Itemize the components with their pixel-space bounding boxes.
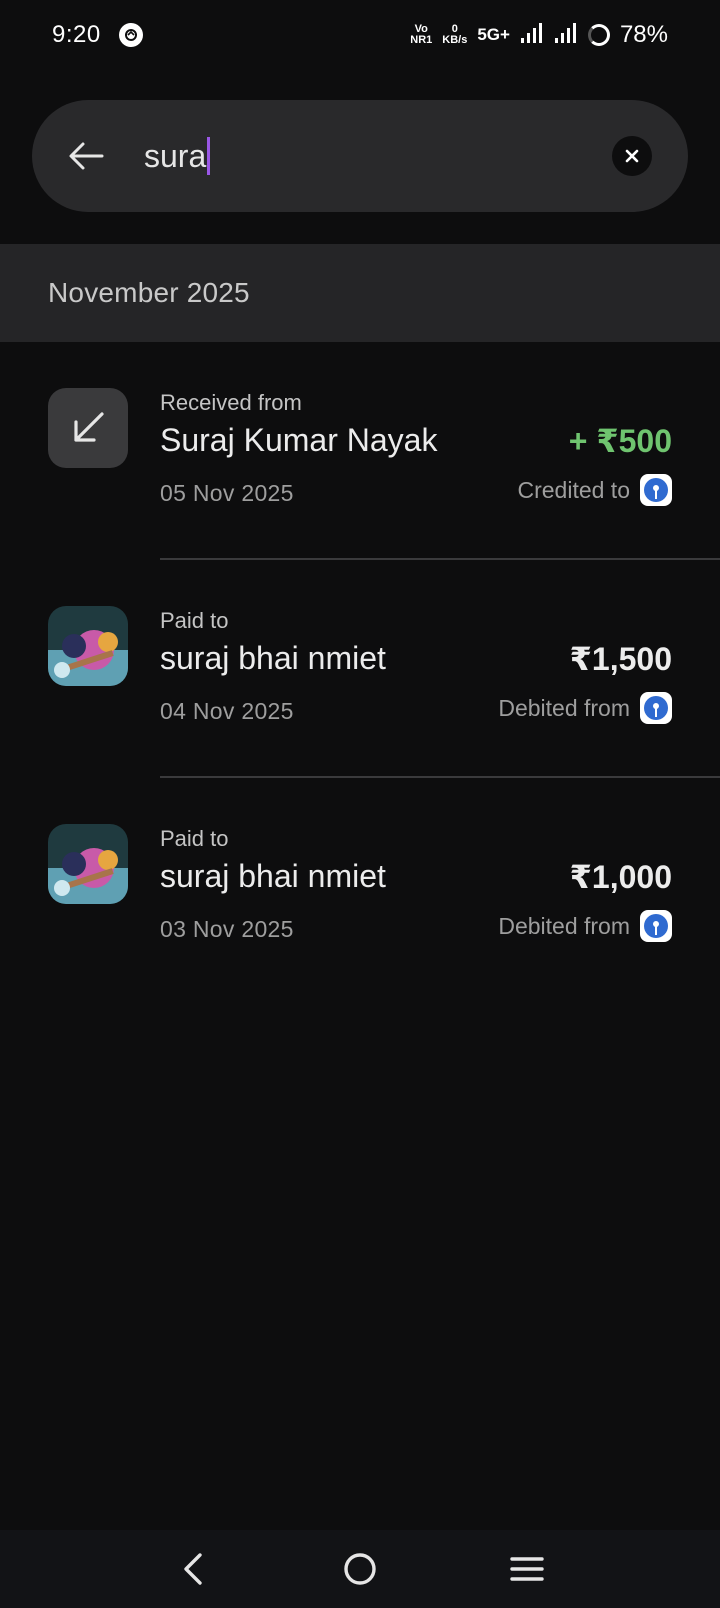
bank-logo-icon <box>640 474 672 506</box>
back-button[interactable] <box>66 136 106 176</box>
close-icon <box>625 149 639 163</box>
account-label: Credited to <box>517 476 630 503</box>
bank-logo-icon <box>640 692 672 724</box>
transaction-name: suraj bhai nmiet <box>160 640 386 676</box>
circle-home-icon <box>344 1553 376 1585</box>
arrow-down-left-icon <box>74 412 104 442</box>
contact-photo-icon <box>48 606 128 686</box>
chevron-left-icon <box>184 1553 203 1585</box>
transaction-name: Suraj Kumar Nayak <box>160 422 438 458</box>
transaction-name: suraj bhai nmiet <box>160 858 386 894</box>
transaction-account: Credited to <box>517 474 672 506</box>
account-label: Debited from <box>498 912 630 939</box>
network-type: 5G+ <box>477 25 510 44</box>
volte-bottom-label: NR1 <box>410 34 433 46</box>
status-time: 9:20 <box>52 21 101 48</box>
transaction-type: Paid to <box>160 826 229 851</box>
month-label: November 2025 <box>48 277 250 308</box>
nav-recents-button[interactable] <box>497 1539 557 1599</box>
search-input[interactable]: sura <box>144 130 211 182</box>
nav-back-button[interactable] <box>163 1539 223 1599</box>
battery-percent: 78% <box>619 21 668 48</box>
received-avatar <box>48 388 128 468</box>
nav-home-button[interactable] <box>330 1539 390 1599</box>
arrow-left-icon <box>69 142 104 170</box>
transaction-date: 03 Nov 2025 <box>160 916 294 942</box>
transaction-amount: ₹1,000 <box>569 859 672 895</box>
contact-avatar <box>48 824 128 904</box>
speed-unit: KB/s <box>442 34 468 46</box>
bank-logo-icon <box>640 910 672 942</box>
transaction-row[interactable]: Received from Suraj Kumar Nayak + ₹500 0… <box>0 342 720 560</box>
signal-icon <box>520 22 544 49</box>
transaction-amount: ₹1,500 <box>569 641 672 677</box>
search-bar: sura <box>32 100 688 212</box>
transaction-date: 04 Nov 2025 <box>160 698 294 724</box>
transaction-row[interactable]: Paid to suraj bhai nmiet ₹1,000 03 Nov 2… <box>0 778 720 996</box>
account-label: Debited from <box>498 694 630 721</box>
contact-photo-icon <box>48 824 128 904</box>
status-bar: 9:20 Vo NR1 0 KB/s 5G+ 78% <box>0 0 720 70</box>
transaction-type: Paid to <box>160 608 229 633</box>
transaction-date: 05 Nov 2025 <box>160 480 294 506</box>
contact-avatar <box>48 606 128 686</box>
network-speed: 0 KB/s <box>442 24 467 46</box>
menu-icon <box>509 1557 544 1581</box>
status-left: 9:20 <box>52 21 143 49</box>
battery-icon <box>587 24 610 46</box>
clear-search-button[interactable] <box>612 136 652 176</box>
app-root: 9:20 Vo NR1 0 KB/s 5G+ 78% sura November… <box>0 0 720 1608</box>
text-caret <box>207 137 211 175</box>
transaction-account: Debited from <box>498 910 672 942</box>
transaction-type: Received from <box>160 390 302 415</box>
search-query[interactable]: sura <box>144 138 206 175</box>
signal-icon <box>554 22 578 49</box>
transaction-row[interactable]: Paid to suraj bhai nmiet ₹1,500 04 Nov 2… <box>0 560 720 778</box>
status-right: Vo NR1 0 KB/s 5G+ 78% <box>410 21 668 49</box>
transaction-amount: + ₹500 <box>568 423 672 459</box>
chat-notification-icon <box>118 23 143 47</box>
month-section-header: November 2025 <box>0 244 720 342</box>
system-nav-bar <box>0 1530 720 1608</box>
transaction-account: Debited from <box>498 692 672 724</box>
volte-indicator: Vo NR1 <box>410 24 432 46</box>
